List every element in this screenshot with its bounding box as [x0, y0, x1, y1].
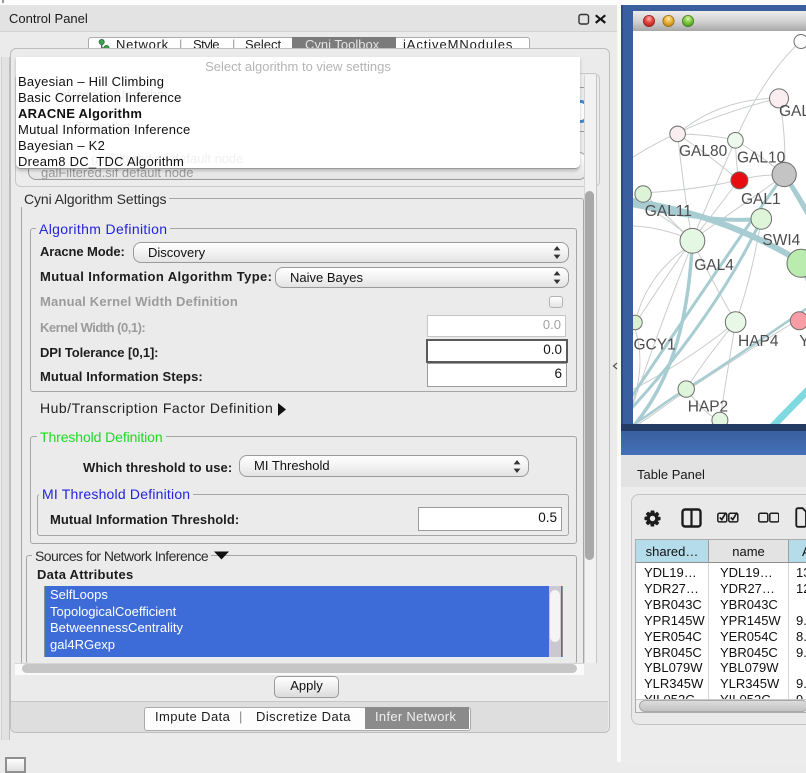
svg-text:GAL80: GAL80: [679, 143, 728, 160]
svg-text:GAL11: GAL11: [645, 203, 692, 220]
svg-text:GAL1: GAL1: [741, 191, 781, 208]
svg-text:GAL2: GAL2: [779, 103, 806, 120]
svg-text:GAL10: GAL10: [737, 150, 786, 167]
svg-text:GAL4: GAL4: [694, 257, 734, 274]
svg-text:SWI4: SWI4: [762, 232, 800, 249]
svg-text:HAP4: HAP4: [738, 333, 779, 350]
svg-text:HAP2: HAP2: [688, 399, 729, 416]
svg-text:GCY1: GCY1: [634, 336, 676, 353]
svg-text:Y: Y: [799, 333, 806, 350]
